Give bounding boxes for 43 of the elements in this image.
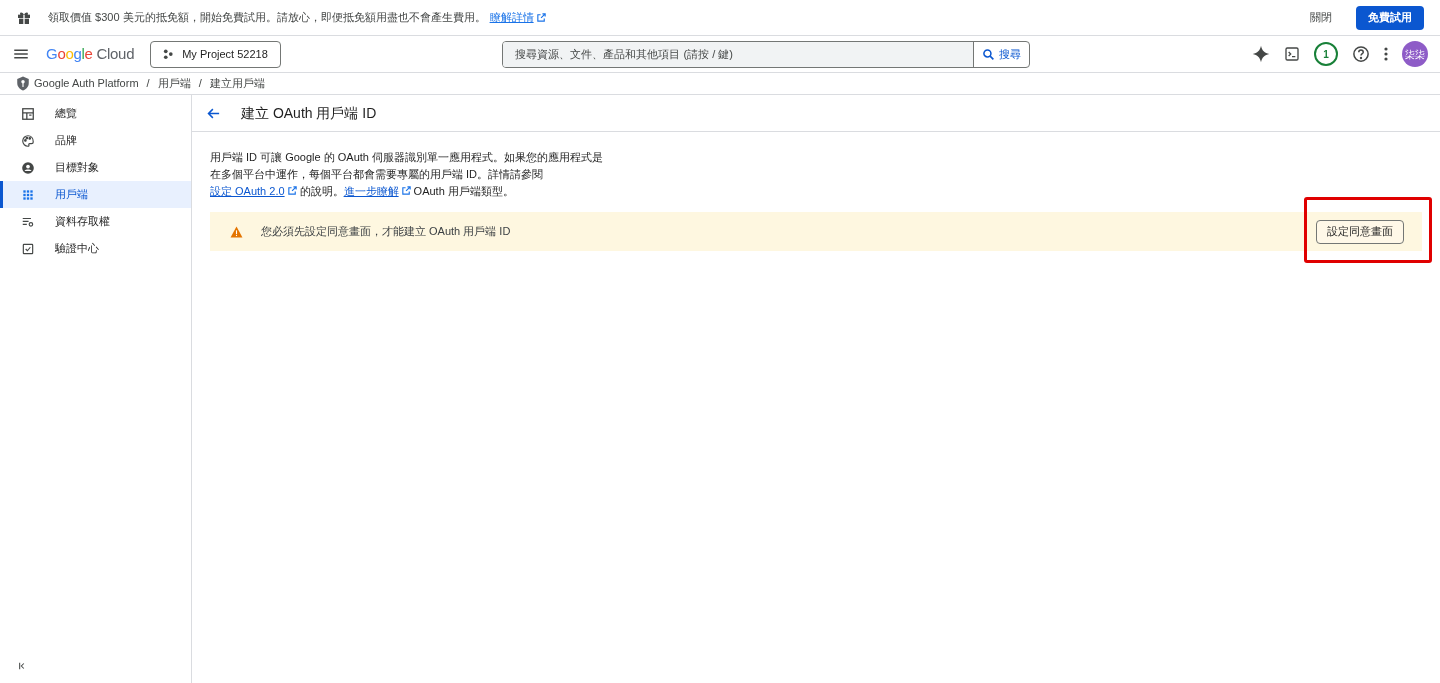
description-text: 用戶端 ID 可讓 Google 的 OAuth 伺服器識別單一應用程式。如果您的應用程式是在多個平台中運作，每個平台都會需要專屬的用戶端 ID。詳情請參閱 設定 OAuth 2.0 的說明。進一步瞭解 OAuth 用戶端類型。 — [210, 150, 604, 199]
grid-icon — [21, 187, 35, 202]
sidebar-item[interactable]: 品牌 — [0, 127, 191, 154]
search-button[interactable]: 搜尋 — [973, 41, 1030, 67]
free-trial-button[interactable]: 免費試用 — [1356, 5, 1424, 30]
more-options-icon[interactable] — [1384, 47, 1388, 61]
breadcrumb-link[interactable]: 用戶端 — [157, 75, 191, 92]
sparkle-icon[interactable] — [1252, 45, 1270, 63]
dashboard-icon — [21, 106, 35, 121]
warning-icon — [230, 225, 243, 238]
google-cloud-logo[interactable]: Google Cloud — [46, 42, 135, 66]
sidebar-item[interactable]: 目標對象 — [0, 154, 191, 181]
search-icon — [982, 47, 996, 61]
shield-icon — [16, 76, 30, 91]
terminal-icon[interactable] — [1284, 46, 1300, 62]
external-link-icon — [400, 185, 412, 196]
doc-link[interactable]: 進一步瞭解 — [343, 185, 414, 197]
project-icon — [163, 48, 175, 60]
dismiss-button[interactable]: 關閉 — [1298, 5, 1344, 30]
breadcrumb-link[interactable]: 建立用戶端 — [209, 75, 265, 92]
palette-icon — [21, 133, 35, 148]
breadcrumb-separator: / — [146, 76, 150, 92]
promo-message: 領取價值 $300 美元的抵免額，開始免費試用。請放心，即便抵免額用盡也不會產生費用。 — [48, 10, 486, 26]
sidebar-item[interactable]: 總覽 — [0, 100, 191, 127]
learn-more-link[interactable]: 瞭解詳情 — [489, 9, 549, 26]
sidebar-item[interactable]: 用戶端 — [0, 181, 191, 208]
search-field[interactable]: 搜尋資源、文件、產品和其他項目 (請按 / 鍵) 搜尋 — [502, 40, 1031, 68]
project-picker[interactable]: My Project 52218 — [150, 40, 281, 68]
checkbox-icon — [21, 241, 35, 256]
warning-message: 您必須先設定同意畫面，才能建立 OAuth 用戶端 ID — [261, 224, 511, 240]
doc-link[interactable]: 設定 OAuth 2.0 — [210, 185, 300, 197]
breadcrumb-separator: / — [198, 76, 202, 92]
breadcrumb-link[interactable]: Google Auth Platform — [34, 75, 139, 92]
avatar[interactable]: 柒柒 — [1402, 41, 1428, 67]
page-title: 建立 OAuth 用戶端 ID — [241, 103, 377, 123]
consent-screen-button[interactable]: 設定同意畫面 — [1316, 219, 1404, 244]
notification-badge[interactable]: 1 — [1314, 42, 1338, 66]
sidebar-item[interactable]: 驗證中心 — [0, 235, 191, 262]
external-link-icon — [286, 185, 298, 196]
person-icon — [21, 160, 35, 175]
sidebar-item[interactable]: 資料存取權 — [0, 208, 191, 235]
help-icon[interactable] — [1352, 45, 1370, 63]
external-link-icon — [535, 12, 547, 23]
